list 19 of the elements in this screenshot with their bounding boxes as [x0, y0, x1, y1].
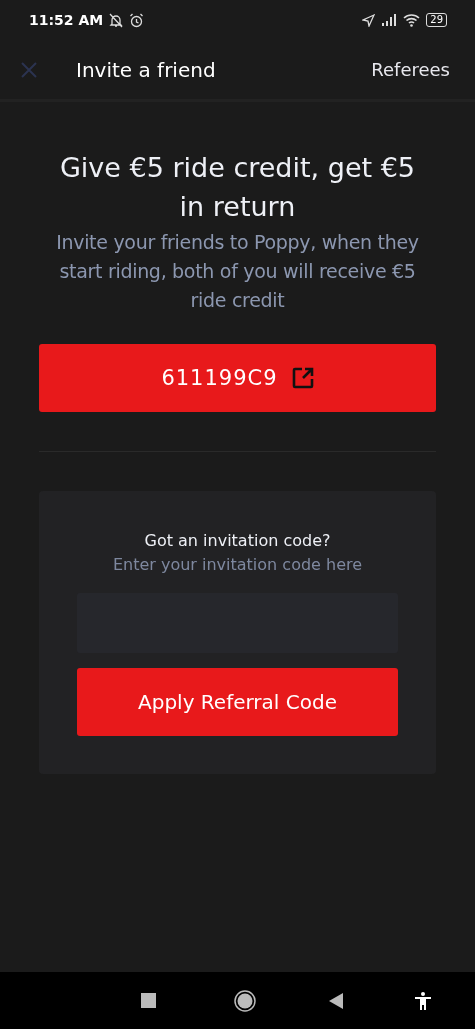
invitation-subtitle: Enter your invitation code here — [111, 555, 364, 574]
description: Invite your friends to Poppy, when they start riding, both of you will receive €5 ride credit — [55, 230, 420, 313]
home-icon[interactable] — [234, 989, 256, 1012]
referees-link[interactable]: Referees — [371, 59, 450, 80]
signal-icon — [381, 14, 398, 26]
status-time: 11:52 AM — [29, 12, 104, 28]
battery-icon: 29 — [426, 13, 447, 27]
alarm-icon — [129, 12, 145, 28]
accessibility-icon[interactable] — [415, 991, 431, 1010]
invitation-title: Got an invitation code? — [143, 531, 332, 550]
screen-title: Invite a friend — [76, 57, 217, 82]
headline: Give €5 ride credit, get €5 in return — [58, 151, 417, 224]
apply-referral-button[interactable]: Apply Referral Code — [77, 668, 398, 736]
back-icon[interactable] — [329, 992, 343, 1009]
referral-code-button[interactable]: 611199C9 — [39, 344, 436, 412]
share-icon — [291, 367, 314, 389]
bell-off-icon — [109, 12, 124, 28]
location-icon — [362, 13, 376, 27]
wifi-icon — [403, 13, 421, 27]
